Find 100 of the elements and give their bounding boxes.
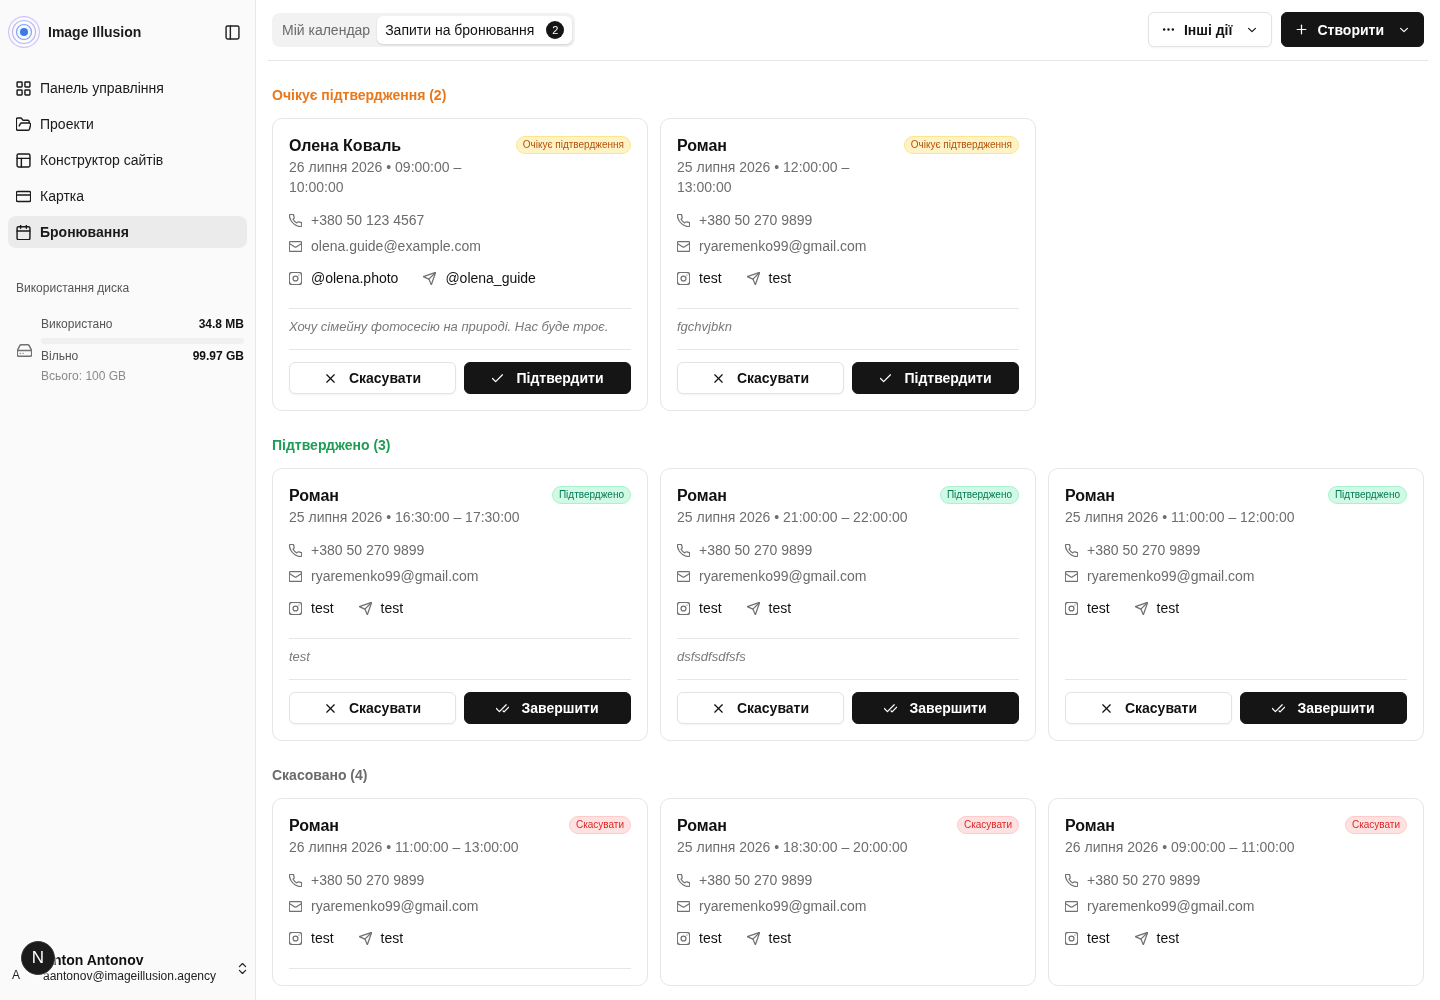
- instagram-handle: test: [311, 929, 334, 948]
- email-address: ryaremenko99@gmail.com: [311, 897, 479, 916]
- email-address: ryaremenko99@gmail.com: [699, 897, 867, 916]
- free-value: 99.97 GB: [192, 348, 244, 364]
- confirm-button[interactable]: Підтвердити: [852, 362, 1019, 394]
- paper-plane-icon: [1134, 931, 1148, 945]
- phone-icon: [677, 213, 690, 227]
- telegram-handle: test: [380, 929, 404, 948]
- telegram-handle: @olena_guide: [445, 269, 536, 288]
- status-badge: Підтверджено: [939, 486, 1019, 504]
- client-name: Роман: [1065, 816, 1117, 836]
- status-badge: Скасувати: [956, 816, 1019, 834]
- cancel-button[interactable]: Скасувати: [677, 362, 844, 394]
- instagram-handle: test: [311, 599, 334, 618]
- cancel-button[interactable]: Скасувати: [1065, 692, 1232, 724]
- mail-icon: [677, 899, 690, 913]
- complete-button[interactable]: Завершити: [852, 692, 1019, 724]
- double-check-icon: [884, 701, 898, 715]
- paper-plane-icon: [423, 271, 437, 285]
- create-button[interactable]: Створити: [1281, 12, 1424, 47]
- tab[interactable]: Запити на бронювання 2: [377, 15, 573, 44]
- telegram-handle: test: [768, 929, 792, 948]
- check-icon: [879, 371, 893, 385]
- disk-usage-title: Використання диска: [15, 280, 131, 296]
- phone-icon: [289, 873, 302, 887]
- email-address: ryaremenko99@gmail.com: [1087, 897, 1255, 916]
- calendar-icon: [16, 224, 31, 240]
- panel-left-icon: [224, 24, 240, 40]
- phone-number: +380 50 270 9899: [311, 541, 425, 560]
- mail-icon: [677, 569, 690, 583]
- status-badge: Підтверджено: [551, 486, 631, 504]
- section-title: Підтверджено (3): [272, 436, 392, 455]
- instagram-handle: @olena.photo: [311, 269, 399, 288]
- close-icon: [711, 371, 725, 385]
- booking-date-time: 25 липня 2026 • 16:30:00 – 17:30:00: [289, 508, 521, 527]
- instagram-icon: [677, 271, 690, 285]
- tab[interactable]: Мій календар: [275, 15, 378, 44]
- chevrons-up-down-icon: [236, 961, 249, 975]
- cancel-button[interactable]: Скасувати: [289, 692, 456, 724]
- instagram-icon: [677, 601, 690, 615]
- grid-icon: [16, 80, 31, 96]
- brand-name: Image Illusion: [48, 24, 142, 40]
- phone-icon: [677, 873, 690, 887]
- status-badge: Скасувати: [1344, 816, 1407, 834]
- phone-number: +380 50 270 9899: [1087, 541, 1201, 560]
- paper-plane-icon: [358, 601, 372, 615]
- telegram-handle: test: [380, 599, 404, 618]
- concentric-rings-logo-icon: [8, 16, 40, 48]
- client-name: Роман: [289, 816, 341, 836]
- booking-date-time: 26 липня 2026 • 09:00:00 – 11:00:00: [1065, 838, 1296, 857]
- email-address: olena.guide@example.com: [311, 237, 481, 256]
- email-address: ryaremenko99@gmail.com: [699, 567, 867, 586]
- close-icon: [323, 701, 337, 715]
- nav-item[interactable]: Бронювання: [8, 216, 247, 248]
- booking-note: dsfsdfsdfsfs: [677, 648, 747, 666]
- phone-number: +380 50 270 9899: [699, 871, 813, 890]
- client-name: Роман: [1065, 486, 1117, 506]
- email-address: ryaremenko99@gmail.com: [1087, 567, 1255, 586]
- client-name: Олена Коваль: [289, 136, 403, 156]
- cancel-button[interactable]: Скасувати: [677, 692, 844, 724]
- instagram-icon: [289, 601, 302, 615]
- booking-note: test: [289, 648, 312, 666]
- nav-item[interactable]: Конструктор сайтів: [8, 144, 247, 176]
- client-name: Роман: [677, 816, 729, 836]
- complete-button[interactable]: Завершити: [464, 692, 631, 724]
- instagram-icon: [677, 931, 690, 945]
- confirm-button[interactable]: Підтвердити: [464, 362, 631, 394]
- booking-date-time: 26 липня 2026 • 09:00:00 – 10:00:00: [289, 158, 463, 197]
- status-badge: Очікує підтвердження: [903, 136, 1019, 154]
- total-storage-text: Всього: 100 GB: [41, 368, 128, 384]
- nav-item[interactable]: Проекти: [8, 108, 247, 140]
- section-title: Скасовано (4): [272, 766, 369, 785]
- nav-item[interactable]: Панель управління: [8, 72, 247, 104]
- card-icon: [16, 188, 31, 204]
- double-check-icon: [1272, 701, 1286, 715]
- more-actions-button[interactable]: Інші дії: [1147, 12, 1273, 47]
- phone-icon: [1065, 873, 1078, 887]
- free-label: Вільно: [41, 348, 79, 364]
- check-icon: [491, 371, 505, 385]
- cancel-button[interactable]: Скасувати: [289, 362, 456, 394]
- paper-plane-icon: [358, 931, 372, 945]
- instagram-handle: test: [1087, 929, 1110, 948]
- mail-icon: [289, 569, 302, 583]
- used-label: Використано: [41, 316, 113, 332]
- instagram-handle: test: [699, 269, 722, 288]
- close-icon: [323, 371, 337, 385]
- phone-number: +380 50 123 4567: [311, 211, 425, 230]
- hard-drive-icon: [17, 342, 32, 358]
- complete-button[interactable]: Завершити: [1240, 692, 1407, 724]
- instagram-handle: test: [1087, 599, 1110, 618]
- telegram-handle: test: [768, 599, 792, 618]
- paper-plane-icon: [746, 931, 760, 945]
- nav-item[interactable]: Картка: [8, 180, 247, 212]
- instagram-icon: [1065, 601, 1078, 615]
- client-name: Роман: [677, 136, 729, 156]
- booking-date-time: 26 липня 2026 • 11:00:00 – 13:00:00: [289, 838, 520, 857]
- phone-number: +380 50 270 9899: [699, 211, 813, 230]
- phone-icon: [289, 213, 302, 227]
- booking-note: fgchvjbkn: [677, 318, 733, 336]
- close-icon: [711, 701, 725, 715]
